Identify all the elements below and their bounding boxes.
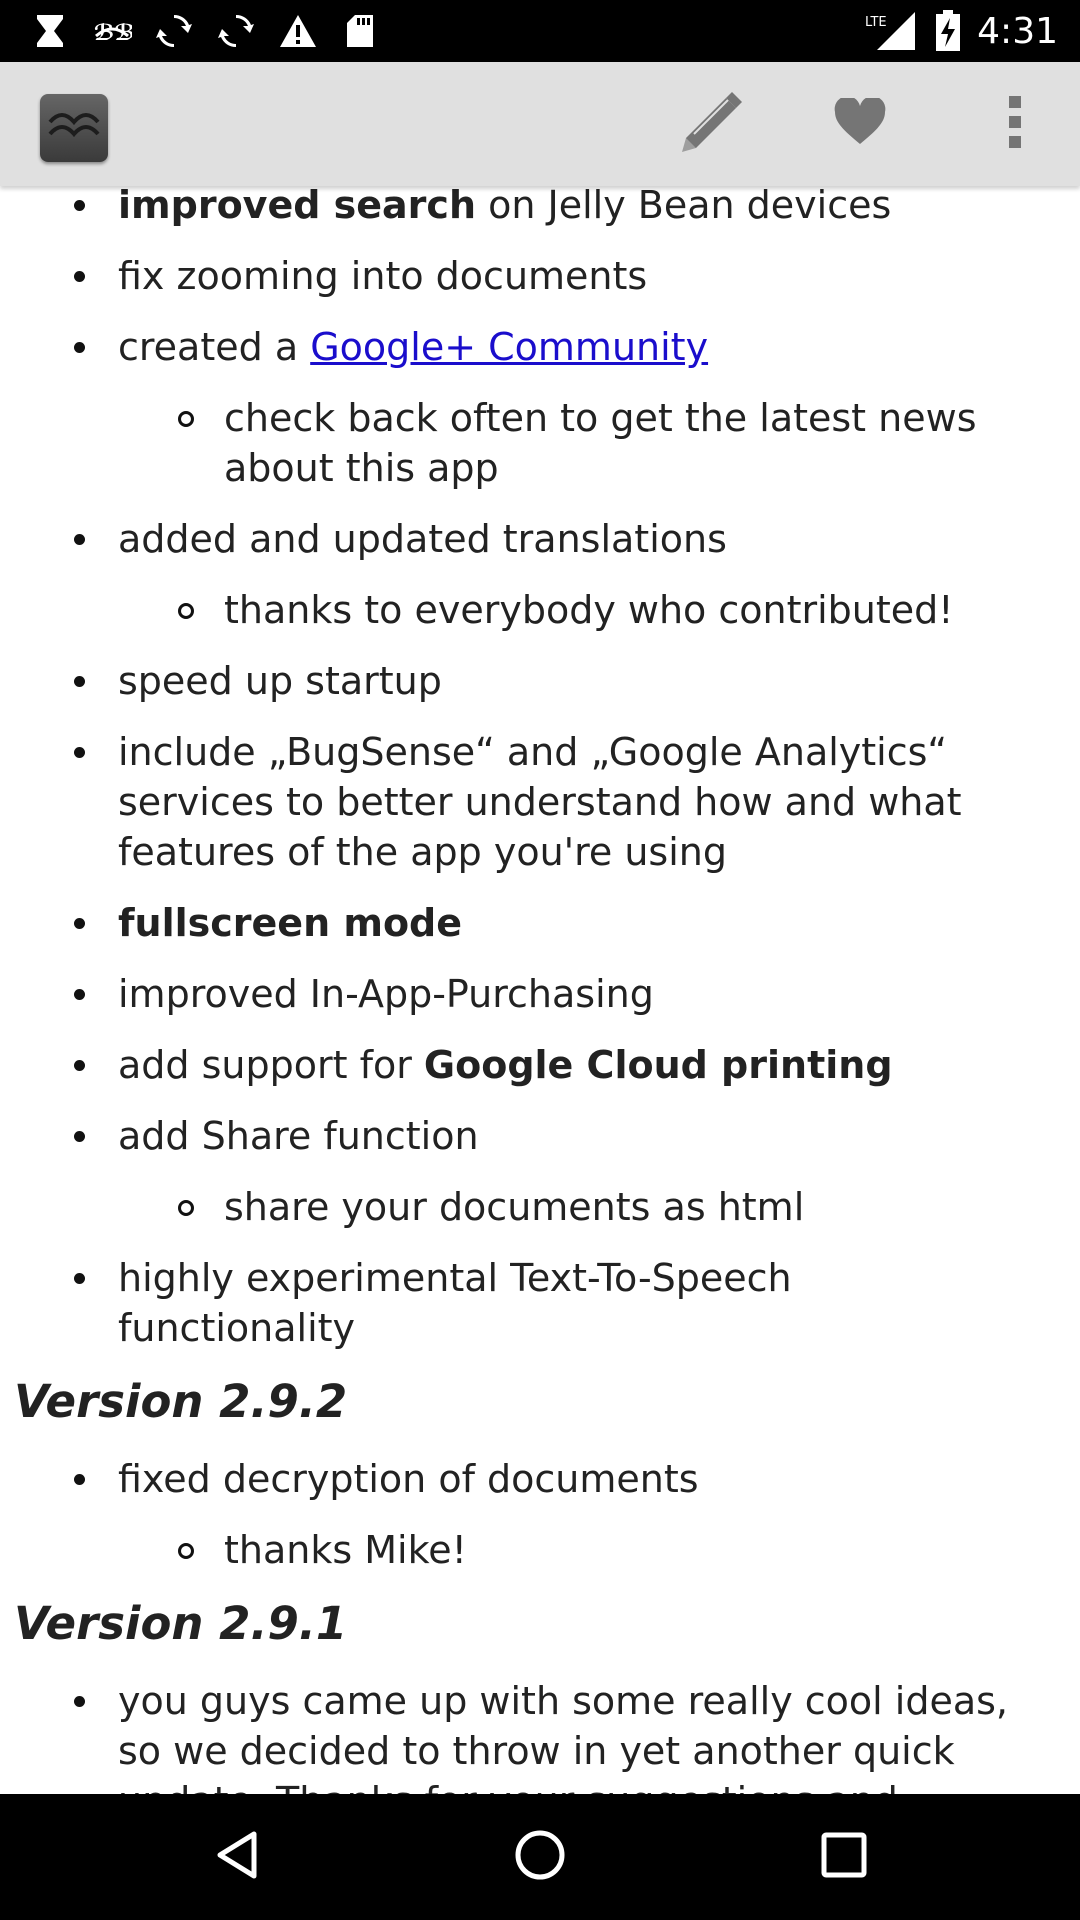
overflow-menu-icon bbox=[1007, 94, 1023, 154]
item-text: speed up startup bbox=[118, 659, 442, 703]
list-item: add Share function bbox=[0, 1111, 1080, 1161]
battery-charging-icon bbox=[933, 9, 963, 53]
status-time: 4:31 bbox=[977, 10, 1058, 52]
list-item: you guys came up with some really cool i… bbox=[0, 1676, 1080, 1794]
sub-list-item: thanks Mike! bbox=[0, 1525, 1080, 1575]
action-bar bbox=[0, 62, 1080, 186]
item-text: share your documents as html bbox=[224, 1185, 805, 1229]
sync-icon bbox=[152, 9, 196, 53]
changelog-list: improved search on Jelly Bean devices fi… bbox=[0, 186, 1080, 1353]
heart-icon bbox=[833, 96, 887, 150]
app-icon[interactable] bbox=[40, 94, 108, 162]
item-text: created a bbox=[118, 325, 311, 369]
list-item: improved search on Jelly Bean devices bbox=[0, 186, 1080, 230]
item-text: fixed decryption of documents bbox=[118, 1457, 699, 1501]
list-item: include „BugSense“ and „Google Analytics… bbox=[0, 727, 1080, 877]
edit-button[interactable] bbox=[640, 62, 780, 186]
version-heading: Version 2.9.1 bbox=[14, 1597, 348, 1650]
item-text: include „BugSense“ and „Google Analytics… bbox=[118, 730, 962, 874]
list-item: created a Google+ Community bbox=[0, 322, 1080, 372]
item-text: add support for bbox=[118, 1043, 424, 1087]
changelog-list: you guys came up with some really cool i… bbox=[0, 1676, 1080, 1794]
warning-icon bbox=[276, 9, 320, 53]
status-icons-right: LTE 4:31 bbox=[863, 6, 1058, 56]
changelog-list: fixed decryption of documents thanks Mik… bbox=[0, 1454, 1080, 1575]
item-text: thanks to everybody who contributed! bbox=[224, 588, 954, 632]
edit-icon bbox=[672, 84, 748, 164]
sd-card-icon bbox=[338, 9, 382, 53]
changelog-scroll: improved search on Jelly Bean devices fi… bbox=[0, 186, 1080, 1794]
favorite-button[interactable] bbox=[800, 62, 920, 186]
google-community-link[interactable]: Google+ Community bbox=[310, 325, 708, 369]
overflow-menu-button[interactable] bbox=[950, 62, 1080, 186]
recents-button[interactable] bbox=[764, 1794, 924, 1920]
list-item: fullscreen mode bbox=[0, 898, 1080, 948]
svg-text:LTE: LTE bbox=[865, 15, 887, 30]
version-heading: Version 2.9.2 bbox=[14, 1375, 348, 1428]
sub-list-item: check back often to get the latest news … bbox=[0, 393, 1080, 493]
list-item: highly experimental Text-To-Speech funct… bbox=[0, 1253, 1080, 1353]
back-button[interactable] bbox=[157, 1794, 317, 1920]
sub-list-item: thanks to everybody who contributed! bbox=[0, 585, 1080, 635]
navigation-bar bbox=[0, 1794, 1080, 1920]
item-text: check back often to get the latest news … bbox=[224, 396, 977, 490]
home-icon bbox=[514, 1829, 566, 1885]
home-button[interactable] bbox=[460, 1794, 620, 1920]
voice-icon: ℬℬ bbox=[90, 9, 134, 53]
item-text: added and updated translations bbox=[118, 517, 727, 561]
list-item: add support for Google Cloud printing bbox=[0, 1040, 1080, 1090]
list-item: improved In-App-Purchasing bbox=[0, 969, 1080, 1019]
item-bold-text: fullscreen mode bbox=[118, 901, 463, 945]
item-text: improved In-App-Purchasing bbox=[118, 972, 654, 1016]
signal-icon: LTE bbox=[863, 9, 919, 53]
list-item: speed up startup bbox=[0, 656, 1080, 706]
item-text: you guys came up with some really cool i… bbox=[118, 1679, 1009, 1794]
list-item: fixed decryption of documents bbox=[0, 1454, 1080, 1504]
item-bold-text: improved search bbox=[118, 186, 476, 227]
item-bold-text: Google Cloud printing bbox=[423, 1043, 893, 1087]
sub-list-item: share your documents as html bbox=[0, 1182, 1080, 1232]
changelog-content[interactable]: improved search on Jelly Bean devices fi… bbox=[0, 186, 1080, 1794]
item-text: highly experimental Text-To-Speech funct… bbox=[118, 1256, 792, 1350]
item-text: thanks Mike! bbox=[224, 1528, 467, 1572]
status-bar: ℬℬ LTE 4:31 bbox=[0, 0, 1080, 62]
list-item: fix zooming into documents bbox=[0, 251, 1080, 301]
back-icon bbox=[214, 1830, 260, 1884]
item-text: fix zooming into documents bbox=[118, 254, 648, 298]
sync-icon bbox=[214, 9, 258, 53]
list-item: added and updated translations bbox=[0, 514, 1080, 564]
recents-icon bbox=[821, 1832, 867, 1882]
hourglass-icon bbox=[28, 9, 72, 53]
item-text: on Jelly Bean devices bbox=[476, 186, 892, 227]
item-text: add Share function bbox=[118, 1114, 479, 1158]
status-icons-left: ℬℬ bbox=[28, 8, 382, 54]
